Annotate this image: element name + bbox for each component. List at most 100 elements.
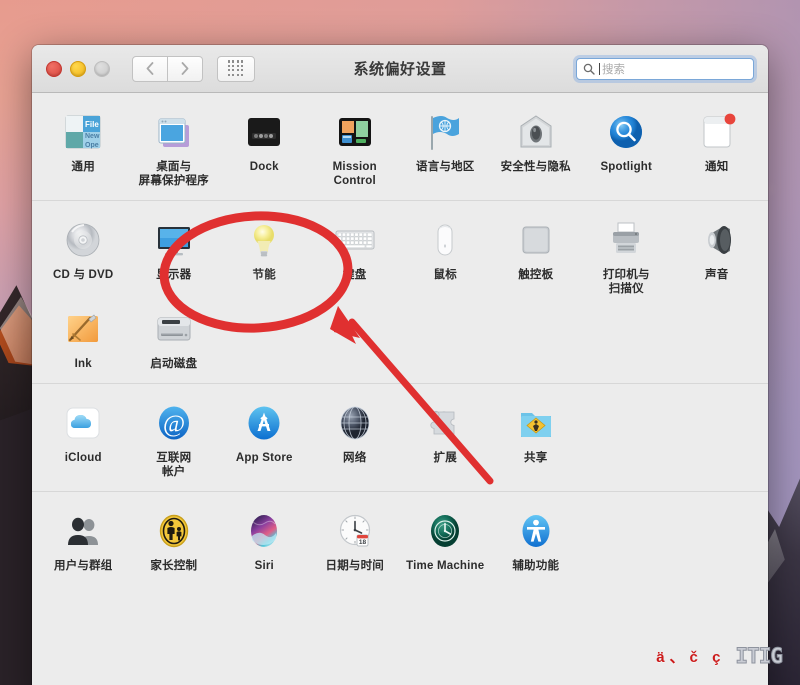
pref-icloud[interactable]: iCloud bbox=[38, 394, 129, 483]
notifications-icon bbox=[694, 109, 740, 155]
pref-label: 日期与时间 bbox=[325, 560, 384, 573]
show-all-button[interactable] bbox=[217, 55, 255, 82]
section-internet-wireless: iCloud @ 互联网 帐户 App Store 网络 扩展 共享 bbox=[32, 384, 768, 493]
navigation-buttons bbox=[132, 55, 203, 82]
svg-text:Ope: Ope bbox=[85, 142, 99, 149]
forward-button[interactable] bbox=[168, 55, 203, 82]
pref-cd-dvd[interactable]: CD 与 DVD bbox=[38, 211, 129, 300]
accessibility-icon bbox=[513, 508, 559, 554]
pref-trackpad[interactable]: 触控板 bbox=[491, 211, 582, 300]
pref-row: iCloud @ 互联网 帐户 App Store 网络 扩展 共享 bbox=[32, 394, 768, 483]
energy-saver-icon bbox=[241, 217, 287, 263]
pref-label: 显示器 bbox=[156, 269, 192, 282]
pref-general[interactable]: File New Ope 通用 bbox=[38, 103, 129, 192]
pref-ink[interactable]: Ink bbox=[38, 300, 129, 375]
pref-users-groups[interactable]: 用户与群组 bbox=[38, 502, 129, 577]
search-icon bbox=[583, 63, 595, 75]
pref-label: CD 与 DVD bbox=[53, 269, 114, 282]
pref-extensions[interactable]: 扩展 bbox=[400, 394, 491, 483]
preferences-content: File New Ope 通用 桌面与 屏幕保护程序 Dock Mission … bbox=[32, 93, 768, 586]
pref-label: App Store bbox=[235, 452, 293, 465]
window-titlebar: 系统偏好设置 搜索 bbox=[32, 45, 768, 93]
pref-energy-saver[interactable]: 节能 bbox=[219, 211, 310, 300]
pref-app-store[interactable]: App Store bbox=[219, 394, 310, 483]
pref-label: 安全性与隐私 bbox=[500, 161, 571, 173]
watermark: ä、č ç ITIG bbox=[656, 644, 784, 668]
pref-language-region[interactable]: 语言与地区 bbox=[400, 103, 491, 192]
pref-label: Ink bbox=[74, 358, 92, 371]
minimize-button[interactable] bbox=[70, 60, 86, 77]
sound-icon bbox=[694, 217, 740, 263]
date-day-number: 18 bbox=[359, 539, 367, 546]
pref-row: CD 与 DVD 显示器 节能 键盘 鼠标 触控板 打印机与 扫描仪 声音 bbox=[32, 211, 768, 300]
grid-icon bbox=[227, 60, 244, 76]
pref-date-time[interactable]: 18 日期与时间 bbox=[310, 502, 401, 577]
text-caret bbox=[599, 62, 600, 75]
app-store-icon bbox=[241, 400, 287, 446]
printers-scanners-icon bbox=[603, 217, 649, 263]
icloud-icon bbox=[60, 400, 106, 446]
keyboard-icon bbox=[332, 217, 378, 263]
pref-mission-control[interactable]: Mission Control bbox=[310, 103, 401, 192]
watermark-logo: ITIG bbox=[735, 644, 784, 668]
pref-desktop-screensaver[interactable]: 桌面与 屏幕保护程序 bbox=[129, 103, 220, 192]
pref-label: 通知 bbox=[705, 161, 729, 173]
spotlight-icon bbox=[603, 109, 649, 155]
pref-accessibility[interactable]: 辅助功能 bbox=[491, 502, 582, 577]
pref-row: 用户与群组 家长控制 Siri 18 日期与时间 Time Machine 辅助… bbox=[32, 502, 768, 577]
pref-keyboard[interactable]: 键盘 bbox=[310, 211, 401, 300]
search-container: 搜索 bbox=[576, 57, 754, 80]
users-groups-icon bbox=[60, 508, 106, 554]
pref-sharing[interactable]: 共享 bbox=[491, 394, 582, 483]
parental-controls-icon bbox=[151, 508, 197, 554]
desktop-screensaver-icon bbox=[151, 109, 197, 155]
section-system: 用户与群组 家长控制 Siri 18 日期与时间 Time Machine 辅助… bbox=[32, 492, 768, 586]
pref-row: File New Ope 通用 桌面与 屏幕保护程序 Dock Mission … bbox=[32, 103, 768, 192]
pref-security-privacy[interactable]: 安全性与隐私 bbox=[491, 103, 582, 192]
pref-siri[interactable]: Siri bbox=[219, 502, 310, 577]
pref-parental-controls[interactable]: 家长控制 bbox=[129, 502, 220, 577]
pref-spotlight[interactable]: Spotlight bbox=[581, 103, 672, 192]
search-input[interactable]: 搜索 bbox=[576, 57, 754, 80]
pref-notifications[interactable]: 通知 bbox=[672, 103, 763, 192]
chevron-left-icon bbox=[146, 62, 154, 75]
svg-text:File: File bbox=[85, 120, 99, 129]
pref-label: 打印机与 扫描仪 bbox=[602, 269, 650, 296]
pref-time-machine[interactable]: Time Machine bbox=[400, 502, 491, 577]
pref-internet-accounts[interactable]: @ 互联网 帐户 bbox=[129, 394, 220, 483]
dock-icon bbox=[241, 109, 287, 155]
pref-label: Time Machine bbox=[406, 560, 485, 573]
pref-label: 互联网 帐户 bbox=[156, 452, 192, 479]
pref-network[interactable]: 网络 bbox=[310, 394, 401, 483]
date-time-icon: 18 bbox=[332, 508, 378, 554]
pref-label: 启动磁盘 bbox=[150, 358, 198, 371]
pref-label: 网络 bbox=[343, 452, 367, 465]
chevron-right-icon bbox=[181, 62, 189, 75]
close-button[interactable] bbox=[46, 60, 62, 77]
pref-label: 触控板 bbox=[518, 269, 554, 282]
pref-sound[interactable]: 声音 bbox=[672, 211, 763, 300]
pref-label: 鼠标 bbox=[433, 269, 457, 282]
network-icon bbox=[332, 400, 378, 446]
pref-label: Siri bbox=[254, 560, 274, 573]
zoom-button[interactable] bbox=[94, 60, 110, 77]
pref-mouse[interactable]: 鼠标 bbox=[400, 211, 491, 300]
back-button[interactable] bbox=[132, 55, 168, 82]
pref-label: 键盘 bbox=[343, 269, 367, 282]
pref-label: iCloud bbox=[64, 452, 102, 465]
mission-control-icon bbox=[332, 109, 378, 155]
pref-displays[interactable]: 显示器 bbox=[129, 211, 220, 300]
pref-label: 辅助功能 bbox=[512, 560, 560, 573]
watermark-text: ä、č ç bbox=[656, 649, 726, 666]
mouse-icon bbox=[422, 217, 468, 263]
siri-icon bbox=[241, 508, 287, 554]
sharing-icon bbox=[513, 400, 559, 446]
pref-startup-disk[interactable]: 启动磁盘 bbox=[129, 300, 220, 375]
pref-dock[interactable]: Dock bbox=[219, 103, 310, 192]
pref-printers-scanners[interactable]: 打印机与 扫描仪 bbox=[581, 211, 672, 300]
pref-label: 桌面与 屏幕保护程序 bbox=[138, 161, 209, 188]
pref-label: Spotlight bbox=[600, 161, 653, 173]
displays-icon bbox=[151, 217, 197, 263]
pref-label: 用户与群组 bbox=[54, 560, 113, 573]
svg-text:New: New bbox=[85, 133, 100, 140]
